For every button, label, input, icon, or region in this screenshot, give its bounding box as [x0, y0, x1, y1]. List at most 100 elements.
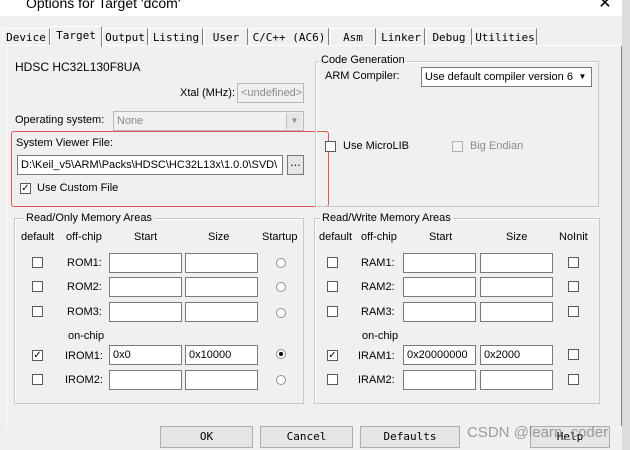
rom1-start-input[interactable] [109, 253, 182, 273]
iram1-start-input[interactable]: 0x20000000 [403, 345, 476, 365]
compiler-label: ARM Compiler: [325, 70, 400, 82]
rom2-size-input[interactable] [185, 277, 258, 297]
iram2-size-input[interactable] [480, 370, 553, 390]
irom2-label: IROM2: [65, 374, 103, 386]
rom3-start-input[interactable] [109, 302, 182, 322]
defaults-button[interactable]: Defaults [360, 426, 460, 448]
use-microlib-checkbox[interactable] [325, 141, 336, 152]
irom1-start-input[interactable]: 0x0 [109, 345, 182, 365]
big-endian-checkbox[interactable] [452, 141, 463, 152]
ro-onchip-label: on-chip [68, 330, 105, 342]
rom1-label: ROM1: [67, 257, 102, 269]
window-title: Options for Target 'dcom' [26, 0, 181, 11]
tab-cpp[interactable]: C/C++ (AC6) [249, 28, 329, 46]
rom1-default-checkbox[interactable] [32, 257, 43, 268]
svd-file-input[interactable]: D:\Keil_v5\ARM\Packs\HDSC\HC32L13x\1.0.0… [17, 155, 283, 175]
irom2-size-input[interactable] [185, 370, 258, 390]
tab-user[interactable]: User [204, 28, 248, 46]
device-name: HDSC HC32L130F8UA [15, 60, 141, 74]
iram1-label: IRAM1: [358, 350, 395, 362]
rom1-size-input[interactable] [185, 253, 258, 273]
rom3-default-checkbox[interactable] [32, 306, 43, 317]
rw-memory-title: Read/Write Memory Areas [320, 212, 453, 224]
ram1-start-input[interactable] [403, 253, 476, 273]
use-microlib-label: Use MicroLIB [343, 140, 410, 152]
tab-output[interactable]: Output [102, 28, 148, 46]
window-edge [622, 0, 630, 450]
rw-onchip-label: on-chip [362, 330, 399, 342]
iram2-default-checkbox[interactable] [327, 374, 338, 385]
ram1-noinit-checkbox[interactable] [568, 257, 579, 268]
ro-size-header: Size [208, 231, 230, 243]
compiler-select-value: Use default compiler version 6 [425, 71, 573, 83]
ro-offchip-header: off-chip [66, 231, 102, 243]
ram3-label: RAM3: [361, 306, 395, 318]
ok-button[interactable]: OK [160, 426, 253, 448]
rw-offchip-header: off-chip [361, 231, 397, 243]
rom2-default-checkbox[interactable] [32, 281, 43, 292]
tab-debug[interactable]: Debug [426, 28, 472, 46]
rom1-startup-radio[interactable] [276, 258, 286, 268]
ram3-noinit-checkbox[interactable] [568, 306, 579, 317]
iram2-label: IRAM2: [358, 374, 395, 386]
chevron-down-icon[interactable]: ▼ [575, 69, 590, 85]
ram2-size-input[interactable] [480, 277, 553, 297]
rom2-label: ROM2: [67, 281, 102, 293]
os-select-value: None [117, 115, 144, 127]
irom1-startup-radio[interactable] [276, 349, 286, 359]
svd-label: System Viewer File: [16, 137, 113, 149]
tab-linker[interactable]: Linker [377, 28, 425, 46]
rom2-start-input[interactable] [109, 277, 182, 297]
rw-start-header: Start [429, 231, 453, 243]
irom1-size-input[interactable]: 0x10000 [185, 345, 258, 365]
ram2-start-input[interactable] [403, 277, 476, 297]
xtal-label: Xtal (MHz): [180, 87, 235, 99]
watermark: CSDN @learn_coder [467, 424, 609, 441]
tab-bar: Device Target Output Listing User C/C++ … [0, 26, 630, 47]
xtal-input[interactable]: <undefined> [237, 83, 304, 103]
code-generation-title: Code Generation [319, 54, 407, 66]
chevron-down-icon[interactable]: ▼ [286, 113, 302, 129]
iram2-start-input[interactable] [403, 370, 476, 390]
ram1-default-checkbox[interactable] [327, 257, 338, 268]
tab-asm[interactable]: Asm [330, 28, 376, 46]
rom2-startup-radio[interactable] [276, 282, 286, 292]
ro-start-header: Start [134, 231, 158, 243]
iram1-size-input[interactable]: 0x2000 [480, 345, 553, 365]
ro-memory-title: Read/Only Memory Areas [24, 212, 154, 224]
iram2-noinit-checkbox[interactable] [568, 374, 579, 385]
ram3-size-input[interactable] [480, 302, 553, 322]
iram1-noinit-checkbox[interactable] [568, 349, 579, 360]
tab-listing[interactable]: Listing [149, 28, 203, 46]
use-custom-file-checkbox[interactable]: ✓ [20, 183, 31, 194]
iram1-default-checkbox[interactable]: ✓ [327, 350, 338, 361]
rom3-startup-radio[interactable] [276, 308, 286, 318]
ram2-noinit-checkbox[interactable] [568, 281, 579, 292]
rw-size-header: Size [506, 231, 528, 243]
compiler-select[interactable]: Use default compiler version 6 ▼ [421, 67, 592, 87]
ram1-size-input[interactable] [480, 253, 553, 273]
tab-utilities[interactable]: Utilities [473, 28, 537, 46]
browse-button[interactable]: ... [287, 155, 304, 175]
ro-default-header: default [21, 231, 55, 243]
tab-device[interactable]: Device [2, 28, 50, 46]
irom1-label: IROM1: [65, 350, 103, 362]
close-icon[interactable]: ✕ [596, 0, 614, 12]
rom3-size-input[interactable] [185, 302, 258, 322]
ram3-start-input[interactable] [403, 302, 476, 322]
ro-startup-header: Startup [262, 231, 298, 243]
ram1-label: RAM1: [361, 257, 395, 269]
ram2-label: RAM2: [361, 281, 395, 293]
cancel-button[interactable]: Cancel [260, 426, 353, 448]
tab-target[interactable]: Target [50, 26, 102, 47]
irom2-default-checkbox[interactable] [32, 374, 43, 385]
use-custom-file-label: Use Custom File [37, 182, 119, 194]
irom1-default-checkbox[interactable]: ✓ [32, 350, 43, 361]
ram2-default-checkbox[interactable] [327, 281, 338, 292]
big-endian-label: Big Endian [470, 140, 524, 152]
ram3-default-checkbox[interactable] [327, 306, 338, 317]
irom2-startup-radio[interactable] [276, 375, 286, 385]
rw-default-header: default [319, 231, 353, 243]
irom2-start-input[interactable] [109, 370, 182, 390]
os-select[interactable]: None ▼ [113, 111, 304, 131]
